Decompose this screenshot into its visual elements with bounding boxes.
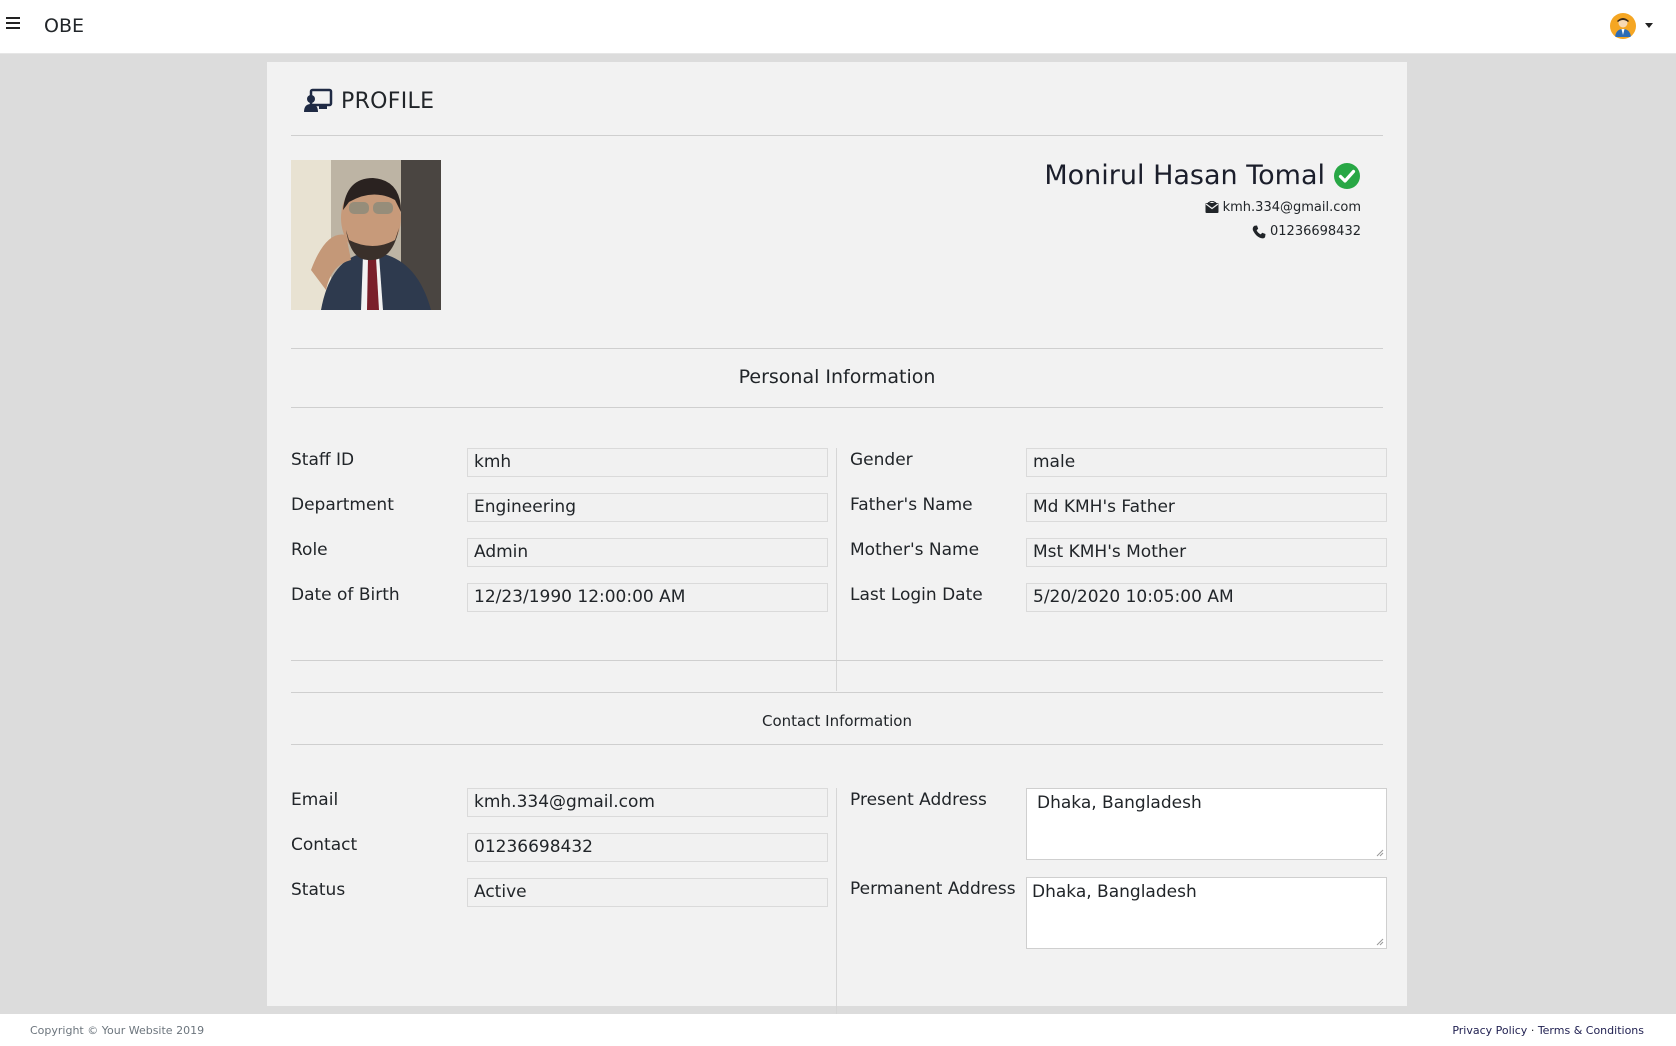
privacy-policy-link[interactable]: Privacy Policy [1452,1024,1527,1037]
profile-name-row: Monirul Hasan Tomal [1044,160,1361,191]
profile-name: Monirul Hasan Tomal [1044,160,1325,191]
copyright-text: Copyright © Your Website 2019 [30,1024,205,1037]
last-login-date-field[interactable]: 5/20/2020 10:05:00 AM [1026,583,1387,612]
column-divider [836,448,837,691]
divider [291,135,1383,136]
verified-check-icon [1334,162,1360,189]
brand-title[interactable]: OBE [44,15,84,37]
profile-card-icon [304,88,333,112]
footer-links: Privacy Policy · Terms & Conditions [1452,1024,1644,1037]
divider [291,407,1383,408]
field-label: Email [291,790,339,810]
resize-grip-icon[interactable] [1375,848,1384,857]
profile-photo [291,160,441,310]
contact-field[interactable]: 01236698432 [467,833,828,862]
divider [291,660,1383,661]
field-label: Father's Name [850,495,973,515]
status-field[interactable]: Active [467,878,828,907]
field-label: Mother's Name [850,540,980,560]
present-address-textarea[interactable]: Dhaka, Bangladesh [1026,788,1387,860]
gender-field[interactable]: male [1026,448,1387,477]
profile-identity: Monirul Hasan Tomal kmh.334@gmail.com 01… [1044,160,1361,239]
role-field[interactable]: Admin [467,538,828,567]
mothers-name-field[interactable]: Mst KMH's Mother [1026,538,1387,567]
menu-icon[interactable] [6,17,20,31]
page-footer: Copyright © Your Website 2019 Privacy Po… [0,1014,1676,1046]
contact-info-title: Contact Information [762,712,912,730]
divider [291,744,1383,745]
envelope-icon [1205,201,1219,213]
user-menu-toggle[interactable] [1608,13,1658,41]
field-label: Contact [291,835,358,855]
resize-grip-icon[interactable] [1375,937,1384,946]
present-address-value: Dhaka, Bangladesh [1037,793,1202,813]
profile-email: kmh.334@gmail.com [1222,200,1361,215]
footer-separator: · [1530,1024,1535,1037]
phone-icon [1252,225,1266,238]
permanent-address-textarea[interactable]: Dhaka, Bangladesh [1026,877,1387,949]
email-field[interactable]: kmh.334@gmail.com [467,788,828,817]
field-label: Present Address [850,790,987,810]
divider [291,692,1383,693]
page-title: PROFILE [341,88,435,114]
date-of-birth-field[interactable]: 12/23/1990 12:00:00 AM [467,583,828,612]
card-header: PROFILE [303,88,434,114]
field-label: Gender [850,450,913,470]
user-avatar-icon[interactable] [1610,13,1636,39]
profile-phone-row: 01236698432 [1044,224,1361,239]
field-label: Status [291,880,346,900]
field-label: Role [291,540,328,560]
field-label: Staff ID [291,450,355,470]
field-label: Date of Birth [291,585,400,605]
field-label: Permanent Address [850,879,1016,899]
field-label: Last Login Date [850,585,983,605]
staff-id-field[interactable]: kmh [467,448,828,477]
profile-card: PROFILE Monirul Hasan Tomal kmh.334@gmai… [267,62,1407,1028]
chevron-down-icon[interactable] [1645,23,1653,28]
permanent-address-value: Dhaka, Bangladesh [1032,882,1197,902]
terms-link[interactable]: Terms & Conditions [1538,1024,1644,1037]
divider [291,348,1383,349]
column-divider [836,788,837,1028]
personal-info-title: Personal Information [738,366,936,388]
profile-email-row: kmh.334@gmail.com [1044,200,1361,215]
top-navbar: OBE [0,0,1676,54]
department-field[interactable]: Engineering [467,493,828,522]
field-label: Department [291,495,394,515]
fathers-name-field[interactable]: Md KMH's Father [1026,493,1387,522]
profile-phone: 01236698432 [1270,224,1361,239]
